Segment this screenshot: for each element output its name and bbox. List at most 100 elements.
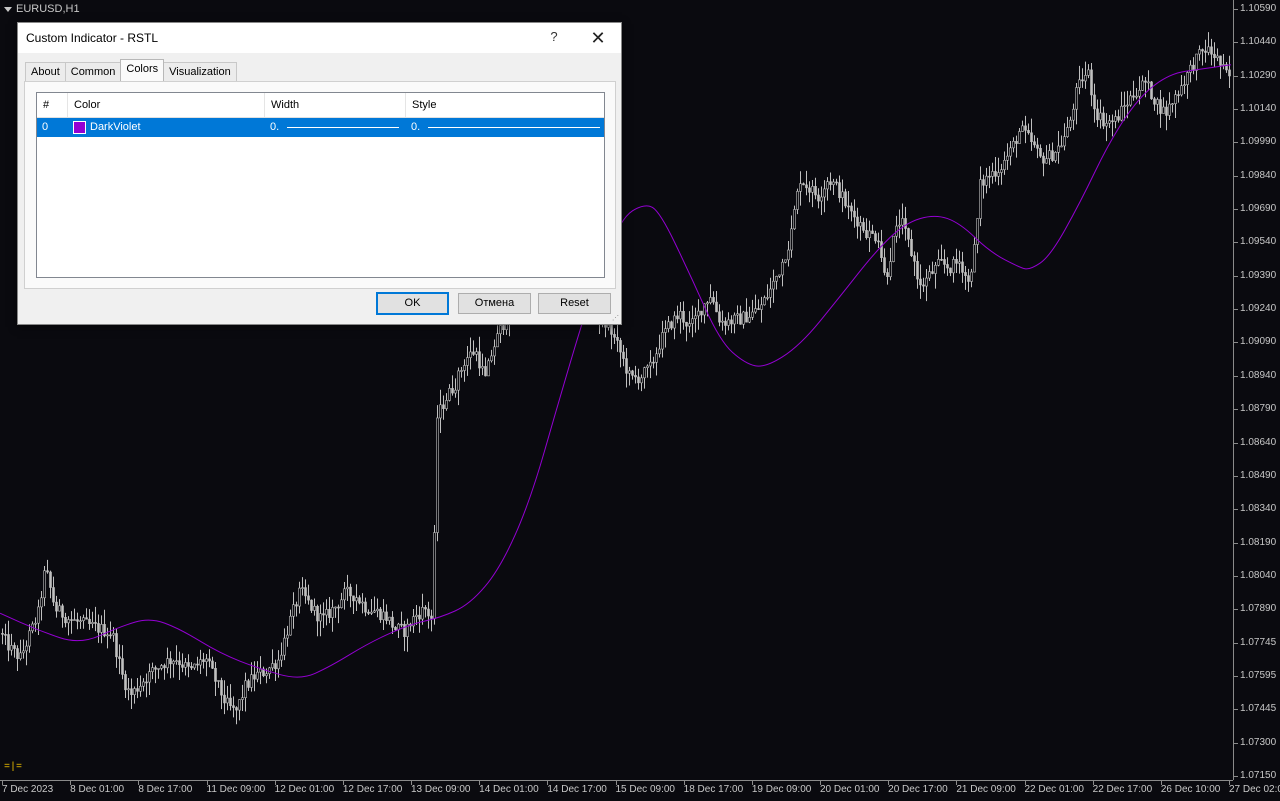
candle-body xyxy=(100,624,103,633)
price-label: 1.08940 xyxy=(1240,369,1277,381)
candle-body xyxy=(460,370,463,372)
candle-body xyxy=(694,315,697,320)
dialog-titlebar[interactable]: Custom Indicator - RSTL ? ✕ xyxy=(18,23,621,53)
candle-body xyxy=(499,325,502,335)
candle-body xyxy=(1096,108,1099,121)
candle-body xyxy=(781,261,784,276)
candle-body xyxy=(1015,141,1018,144)
candle-body xyxy=(163,665,166,669)
row-width-cell[interactable]: 0. xyxy=(265,118,406,137)
candle-body xyxy=(700,310,703,316)
price-label: 1.08490 xyxy=(1240,469,1277,481)
tab-common[interactable]: Common xyxy=(64,62,122,81)
reset-button[interactable]: Reset xyxy=(538,293,611,314)
candle-body xyxy=(961,261,964,273)
candle-body xyxy=(727,319,730,326)
candle-body xyxy=(223,694,226,704)
candle-body xyxy=(1045,158,1048,164)
candle-body xyxy=(358,597,361,604)
candle-body xyxy=(715,301,718,313)
price-axis[interactable]: 1.10590 1.10440 1.10290 1.10140 1.09990 1.098… xyxy=(1233,0,1280,781)
candle-body xyxy=(391,616,394,628)
candle-body xyxy=(304,587,307,597)
time-label: 14 Dec 17:00 xyxy=(547,784,607,795)
candle-body xyxy=(250,674,253,688)
candle-body xyxy=(61,605,64,618)
price-tick xyxy=(1234,209,1238,211)
row-style-cell[interactable]: 0. xyxy=(406,118,604,137)
candle-body xyxy=(640,377,643,384)
candle-body xyxy=(211,660,214,669)
candle-body xyxy=(1117,116,1120,121)
candle-body xyxy=(1228,69,1231,77)
candle-body xyxy=(253,674,256,680)
candle-body xyxy=(94,622,97,624)
time-label: 19 Dec 09:00 xyxy=(751,784,812,795)
candle-body xyxy=(355,597,358,602)
header-color[interactable]: Color xyxy=(68,93,265,117)
candle-body xyxy=(865,230,868,238)
candle-body xyxy=(1087,69,1090,76)
candle-body xyxy=(40,597,43,608)
row-color-cell[interactable]: DarkViolet xyxy=(68,118,265,137)
tab-colors[interactable]: Colors xyxy=(120,59,165,81)
candle-body xyxy=(901,218,904,226)
candle-body xyxy=(904,218,907,229)
candle-body xyxy=(373,610,376,613)
candle-body xyxy=(454,389,457,394)
header-style[interactable]: Style xyxy=(406,93,604,117)
candle-body xyxy=(988,175,991,178)
candle-body xyxy=(808,187,811,193)
candle-body xyxy=(430,615,433,619)
candle-body xyxy=(493,346,496,357)
price-tick xyxy=(1234,609,1238,611)
candle-body xyxy=(1009,147,1012,157)
ok-button[interactable]: OK xyxy=(376,292,449,315)
cancel-button[interactable]: Отмена xyxy=(458,293,531,314)
candle-body xyxy=(652,361,655,364)
header-index[interactable]: # xyxy=(37,93,68,117)
candle-body xyxy=(613,334,616,338)
candle-body xyxy=(418,614,421,620)
candle-body xyxy=(67,619,70,624)
candle-body xyxy=(331,607,334,618)
dialog-title: Custom Indicator - RSTL xyxy=(26,31,159,45)
candle-body xyxy=(145,681,148,684)
candle-body xyxy=(1081,79,1084,82)
candle-body xyxy=(1000,169,1003,173)
candle-body xyxy=(1183,84,1186,87)
candle-body xyxy=(289,615,292,636)
candle-body xyxy=(445,400,448,409)
time-axis[interactable]: 7 Dec 2023 8 Dec 01:00 8 Dec 17:00 11 Dec 0… xyxy=(0,780,1280,801)
tab-about[interactable]: About xyxy=(25,62,66,81)
candle-body xyxy=(349,586,352,597)
header-width[interactable]: Width xyxy=(265,93,406,117)
candle-body xyxy=(436,417,439,533)
candle-body xyxy=(793,209,796,230)
candle-body xyxy=(670,321,673,329)
candle-body xyxy=(1063,136,1066,147)
symbol-label[interactable]: EURUSD,H1 xyxy=(4,3,80,15)
colors-grid[interactable]: # Color Width Style 0 DarkViolet 0. 0. xyxy=(36,92,605,278)
candle-body xyxy=(1099,112,1102,121)
candle-body xyxy=(985,175,988,186)
dropdown-triangle-icon[interactable] xyxy=(4,6,12,12)
price-label: 1.09840 xyxy=(1240,169,1277,181)
close-button[interactable]: ✕ xyxy=(584,26,612,50)
candle-body xyxy=(1216,55,1219,59)
resize-grip-icon[interactable]: ⋰ xyxy=(612,315,620,323)
candle-body xyxy=(313,605,316,611)
candle-body xyxy=(856,216,859,227)
price-tick xyxy=(1234,675,1238,677)
candle-body xyxy=(424,607,427,610)
price-tick xyxy=(1234,409,1238,411)
candle-body xyxy=(340,599,343,608)
candle-body xyxy=(1204,50,1207,53)
help-button[interactable]: ? xyxy=(546,29,562,44)
tab-visualization[interactable]: Visualization xyxy=(163,62,237,81)
candle-body xyxy=(352,595,355,602)
candle-body xyxy=(88,618,91,625)
candle-body xyxy=(916,260,919,280)
table-row[interactable]: 0 DarkViolet 0. 0. xyxy=(37,118,604,137)
price-label: 1.07745 xyxy=(1240,636,1277,648)
